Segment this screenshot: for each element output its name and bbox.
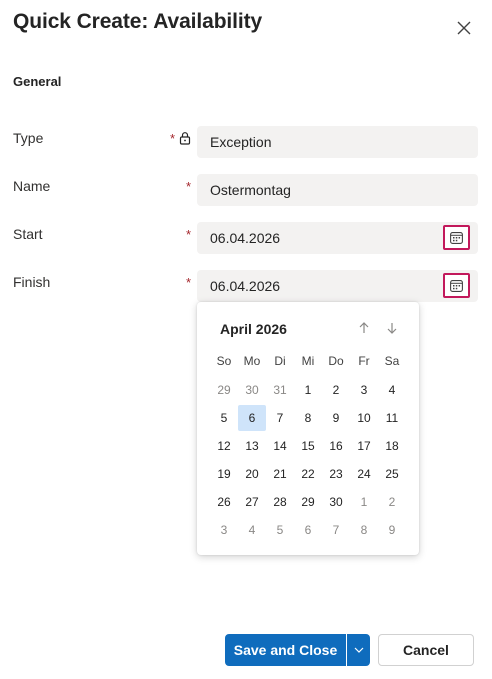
start-date-field[interactable]: 06.04.2026: [197, 222, 478, 254]
calendar-day-outside[interactable]: 2: [378, 489, 406, 515]
arrow-down-icon[interactable]: [384, 320, 400, 336]
weekday-label: Mo: [243, 354, 261, 368]
start-calendar-button[interactable]: [443, 225, 470, 250]
required-marker: *: [186, 179, 192, 194]
calendar-day[interactable]: 28: [266, 489, 294, 515]
calendar-day-outside[interactable]: 31: [266, 377, 294, 403]
calendar-day[interactable]: 29: [294, 489, 322, 515]
weekday-label: Fr: [358, 354, 370, 368]
cancel-button[interactable]: Cancel: [378, 634, 474, 666]
calendar-day[interactable]: 7: [266, 405, 294, 431]
calendar-day-outside[interactable]: 9: [378, 517, 406, 543]
calendar-day[interactable]: 24: [350, 461, 378, 487]
calendar-icon: [450, 231, 463, 244]
required-marker: *: [186, 275, 192, 290]
weekday-label: Di: [274, 354, 286, 368]
calendar-day[interactable]: 2: [322, 377, 350, 403]
finish-calendar-button[interactable]: [443, 273, 470, 298]
type-field[interactable]: Exception: [197, 126, 478, 158]
calendar-day[interactable]: 27: [238, 489, 266, 515]
required-marker: *: [170, 131, 176, 146]
calendar-day[interactable]: 3: [350, 377, 378, 403]
calendar-day-outside[interactable]: 29: [210, 377, 238, 403]
calendar-day[interactable]: 25: [378, 461, 406, 487]
calendar-day[interactable]: 9: [322, 405, 350, 431]
calendar-day-outside[interactable]: 8: [350, 517, 378, 543]
calendar-day[interactable]: 19: [210, 461, 238, 487]
save-options-dropdown[interactable]: [347, 634, 370, 666]
calendar-day[interactable]: 4: [378, 377, 406, 403]
weekday-label: Sa: [384, 354, 400, 368]
required-marker: *: [186, 227, 192, 242]
save-and-close-button[interactable]: Save and Close: [225, 634, 346, 666]
calendar-day[interactable]: 5: [210, 405, 238, 431]
calendar-day-outside[interactable]: 1: [350, 489, 378, 515]
calendar-day[interactable]: 14: [266, 433, 294, 459]
calendar-day-outside[interactable]: 4: [238, 517, 266, 543]
calendar-icon: [450, 279, 463, 292]
section-heading: General: [13, 74, 62, 89]
calendar-day[interactable]: 1: [294, 377, 322, 403]
calendar-day-selected[interactable]: 6: [238, 405, 266, 431]
calendar-day-outside[interactable]: 30: [238, 377, 266, 403]
weekday-label: Mi: [301, 354, 315, 368]
calendar-day-outside[interactable]: 3: [210, 517, 238, 543]
calendar-day[interactable]: 20: [238, 461, 266, 487]
start-label: Start: [13, 226, 43, 242]
calendar-day[interactable]: 22: [294, 461, 322, 487]
dialog-title: Quick Create: Availability: [13, 10, 263, 33]
lock-icon: [179, 132, 191, 145]
finish-label: Finish: [13, 274, 51, 290]
calendar-day[interactable]: 18: [378, 433, 406, 459]
calendar-day[interactable]: 30: [322, 489, 350, 515]
close-icon: [457, 21, 471, 35]
calendar-day[interactable]: 21: [266, 461, 294, 487]
calendar-day-outside[interactable]: 5: [266, 517, 294, 543]
calendar-day[interactable]: 8: [294, 405, 322, 431]
calendar-day[interactable]: 12: [210, 433, 238, 459]
type-label: Type: [13, 130, 44, 146]
chevron-down-icon: [354, 647, 363, 653]
calendar-day[interactable]: 26: [210, 489, 238, 515]
calendar-day[interactable]: 17: [350, 433, 378, 459]
calendar-day[interactable]: 16: [322, 433, 350, 459]
calendar-day[interactable]: 23: [322, 461, 350, 487]
calendar-day[interactable]: 10: [350, 405, 378, 431]
calendar-month-label: April 2026: [220, 321, 287, 337]
name-field[interactable]: Ostermontag: [197, 174, 478, 206]
calendar-day[interactable]: 15: [294, 433, 322, 459]
weekday-label: So: [216, 354, 232, 368]
calendar-day-outside[interactable]: 7: [322, 517, 350, 543]
calendar-day[interactable]: 13: [238, 433, 266, 459]
close-button[interactable]: [452, 16, 476, 40]
calendar-day-outside[interactable]: 6: [294, 517, 322, 543]
name-label: Name: [13, 178, 51, 194]
finish-date-field[interactable]: 06.04.2026: [197, 270, 478, 302]
calendar-day[interactable]: 11: [378, 405, 406, 431]
weekday-label: Do: [328, 354, 344, 368]
date-picker-popup: April 2026 So Mo Di Mi Do Fr Sa 29 30 31 1 2…: [197, 302, 419, 555]
arrow-up-icon[interactable]: [356, 320, 372, 336]
